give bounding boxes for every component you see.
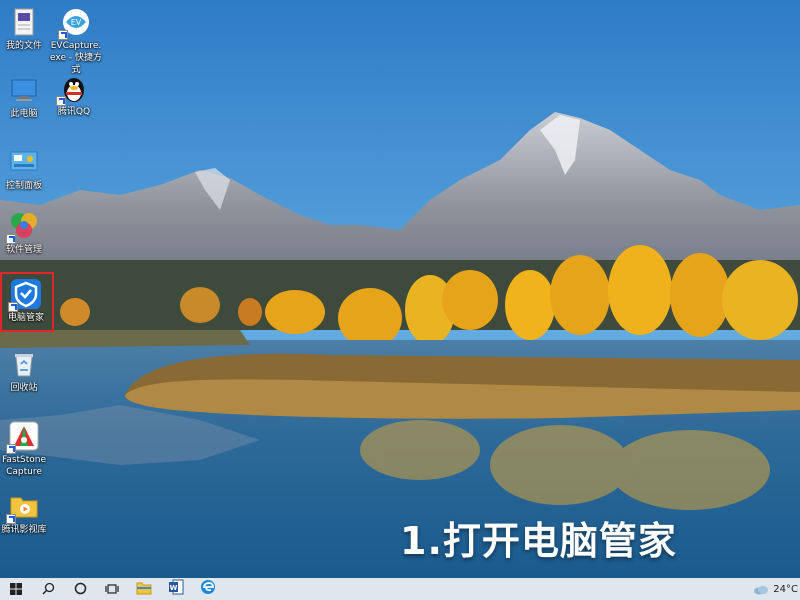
- desktop-icon-label: 回收站: [10, 383, 38, 393]
- svg-text:W: W: [170, 584, 178, 592]
- task-view-icon: [105, 580, 119, 599]
- folder-video-icon: [6, 490, 40, 524]
- svg-text:EV: EV: [71, 18, 82, 27]
- tutorial-caption: 1.打开电脑管家: [400, 519, 677, 563]
- search-icon: [41, 580, 55, 599]
- desktop-icon-software-manager[interactable]: 软件管理: [0, 210, 48, 256]
- word-icon: W: [168, 579, 184, 599]
- desktop-icon-label: 控制面板: [5, 181, 42, 191]
- system-tray: 24°C: [753, 578, 800, 600]
- faststone-capture-icon: [6, 420, 40, 454]
- desktop-icon-faststone-capture[interactable]: FastStone Capture: [0, 420, 48, 478]
- taskbar: W 24°C: [0, 578, 800, 600]
- start-button[interactable]: [0, 578, 32, 600]
- selection-highlight-box: [0, 272, 54, 332]
- windows-start-icon: [10, 580, 22, 599]
- desktop-icon-tencent-video-library[interactable]: 腾讯影视库: [0, 490, 48, 536]
- desktop-icon-control-panel[interactable]: 控制面板: [0, 146, 48, 192]
- desktop-icon-label: FastStone Capture: [1, 455, 47, 477]
- shortcut-arrow-icon: [58, 30, 68, 40]
- edge-icon: [200, 579, 216, 599]
- desktop-icon-label: EVCapture.exe - 快捷方式: [50, 41, 102, 75]
- recycle-bin-icon: [8, 348, 40, 380]
- cortana-button[interactable]: [64, 578, 96, 600]
- desktop-icon-label: 腾讯影视库: [1, 525, 47, 535]
- desktop-icon-evcapture[interactable]: EV EVCapture.exe - 快捷方式: [48, 6, 104, 76]
- task-view-button[interactable]: [96, 578, 128, 600]
- desktop: 我的文件 EV EVCapture.exe - 快捷方式 此电脑 腾讯QQ 控制…: [0, 0, 800, 578]
- shortcut-arrow-icon: [6, 444, 16, 454]
- wallpaper-landscape: [0, 0, 800, 578]
- word-button[interactable]: W: [160, 578, 192, 600]
- evcapture-icon: EV: [58, 6, 92, 40]
- desktop-icon-this-pc[interactable]: 此电脑: [0, 74, 48, 120]
- weather-cloud-icon[interactable]: [753, 580, 769, 599]
- cortana-icon: [74, 580, 87, 599]
- shortcut-arrow-icon: [6, 514, 16, 524]
- desktop-icon-recycle-bin[interactable]: 回收站: [0, 348, 48, 394]
- desktop-icon-qq[interactable]: 腾讯QQ: [50, 72, 98, 118]
- shortcut-arrow-icon: [56, 96, 66, 106]
- software-manager-icon: [6, 210, 40, 244]
- search-button[interactable]: [32, 578, 64, 600]
- file-explorer-icon: [136, 580, 152, 599]
- file-explorer-button[interactable]: [128, 578, 160, 600]
- control-panel-icon: [8, 146, 40, 178]
- computer-icon: [8, 74, 40, 106]
- desktop-icon-my-files[interactable]: 我的文件: [0, 6, 48, 52]
- desktop-icon-label: 此电脑: [10, 109, 38, 119]
- qq-penguin-icon: [56, 72, 90, 106]
- desktop-icon-label: 腾讯QQ: [57, 107, 91, 117]
- document-icon: [8, 6, 40, 38]
- shortcut-arrow-icon: [6, 234, 16, 244]
- weather-temperature[interactable]: 24°C: [773, 584, 798, 595]
- edge-browser-button[interactable]: [192, 578, 224, 600]
- desktop-icon-label: 我的文件: [5, 41, 42, 51]
- desktop-icon-label: 软件管理: [5, 245, 42, 255]
